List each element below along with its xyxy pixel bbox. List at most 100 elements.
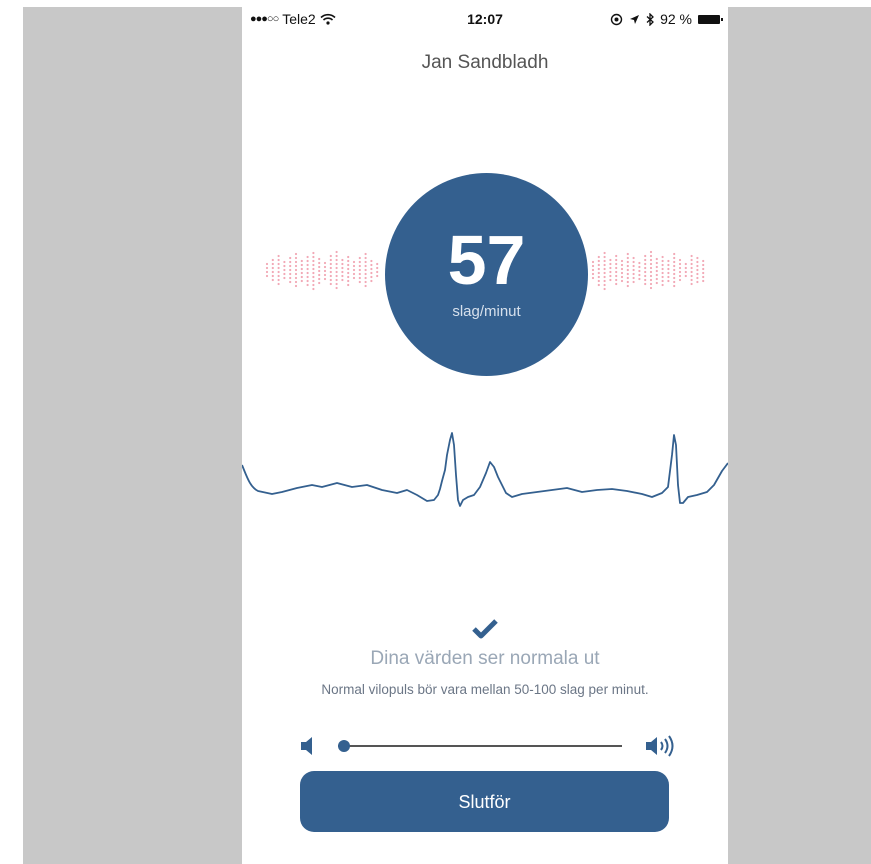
pulse-dot	[312, 279, 315, 283]
pulse-dot	[318, 281, 321, 285]
pulse-dot	[294, 252, 298, 256]
pulse-dot	[644, 254, 647, 258]
pulse-dot	[265, 262, 269, 266]
pulse-dot	[283, 264, 286, 268]
pulse-dot	[277, 270, 280, 274]
pulse-dot	[294, 264, 298, 268]
pulse-dot	[318, 257, 321, 261]
status-right: 92 %	[610, 11, 723, 27]
pulse-dot	[364, 260, 367, 264]
location-icon	[630, 14, 640, 24]
pulse-dot	[318, 265, 321, 269]
pulse-dot	[277, 254, 280, 258]
pulse-dot	[271, 262, 274, 266]
pulse-dot	[271, 274, 274, 278]
pulse-dot	[341, 266, 344, 270]
pulse-dot	[661, 283, 664, 287]
pulse-dot	[632, 276, 635, 280]
pulse-dot	[341, 270, 344, 274]
pulse-dot	[271, 270, 274, 274]
pulse-dot	[603, 275, 606, 279]
pulse-dot	[649, 266, 653, 270]
pulse-dot	[696, 260, 699, 264]
pulse-dot	[597, 267, 600, 271]
pulse-dot	[329, 266, 332, 270]
pulse-dot	[364, 276, 367, 280]
pulse-dot	[626, 256, 629, 260]
heart-rate-value: 57	[447, 221, 526, 299]
finish-button[interactable]: Slutför	[300, 771, 669, 832]
pulse-dot	[370, 267, 373, 271]
pulse-dot	[323, 265, 327, 269]
pulse-dot	[306, 271, 309, 275]
pulse-dot	[620, 259, 624, 263]
pulse-dot	[673, 252, 676, 256]
volume-slider[interactable]	[337, 740, 622, 752]
pulse-dot	[312, 283, 315, 287]
pulse-dot	[306, 255, 309, 259]
volume-slider-thumb[interactable]	[337, 740, 350, 752]
pulse-dot	[294, 260, 298, 264]
pulse-dot	[603, 271, 606, 275]
pulse-dot	[376, 274, 379, 278]
pulse-dot	[370, 259, 373, 263]
pulse-dot	[329, 262, 332, 266]
pulse-dot	[667, 263, 670, 267]
pulse-dot	[626, 276, 629, 280]
pulse-dot	[329, 274, 332, 278]
pulse-dot	[661, 279, 664, 283]
pulse-dot	[609, 266, 612, 270]
pulse-dot	[655, 273, 658, 277]
pulse-dot	[347, 263, 350, 267]
pulse-dot	[609, 278, 612, 282]
volume-max-icon[interactable]	[644, 735, 678, 757]
pulse-dot	[615, 282, 618, 286]
pulse-dot	[306, 259, 309, 263]
pulse-dot	[335, 254, 338, 258]
right-background-panel	[728, 7, 871, 864]
pulse-dot	[609, 258, 612, 262]
pulse-dot	[358, 268, 361, 272]
pulse-dot	[335, 262, 338, 266]
pulse-dot	[649, 254, 653, 258]
pulse-dot	[289, 272, 292, 276]
pulse-dot	[696, 272, 699, 276]
pulse-dot	[597, 271, 600, 275]
pulse-dot	[271, 278, 274, 282]
pulse-dot	[615, 278, 618, 282]
pulse-dot	[347, 259, 350, 263]
pulse-dot	[364, 264, 367, 268]
pulse-dot	[644, 266, 647, 270]
pulse-dot	[678, 262, 682, 266]
volume-min-icon[interactable]	[298, 735, 320, 757]
pulse-dot	[673, 272, 676, 276]
pulse-dot	[603, 267, 606, 271]
pulse-dot	[603, 263, 606, 267]
pulse-dot	[644, 270, 647, 274]
pulse-dot	[376, 270, 379, 274]
pulse-dot	[649, 250, 653, 254]
pulse-dot	[347, 255, 350, 259]
pulse-dot	[329, 278, 332, 282]
pulse-dot	[323, 273, 327, 277]
pulse-dot	[690, 274, 693, 278]
pulse-dot	[294, 284, 298, 288]
pulse-dot	[632, 280, 635, 284]
ecg-waveform	[242, 432, 728, 507]
pulse-dot	[300, 271, 303, 275]
pulse-dot	[609, 262, 612, 266]
pulse-dot	[591, 276, 595, 280]
pulse-dot	[690, 270, 693, 274]
pulse-dot	[277, 274, 280, 278]
pulse-dot	[655, 265, 658, 269]
pulse-dot	[347, 267, 350, 271]
pulse-dot	[696, 280, 699, 284]
pulse-dot	[352, 272, 356, 276]
pulse-dot	[661, 259, 664, 263]
orientation-lock-icon	[610, 13, 623, 25]
pulse-dot	[318, 269, 321, 273]
pulse-dot	[347, 271, 350, 275]
pulse-dot	[294, 256, 298, 260]
pulse-dot	[684, 266, 687, 270]
pulse-dot	[294, 268, 298, 272]
